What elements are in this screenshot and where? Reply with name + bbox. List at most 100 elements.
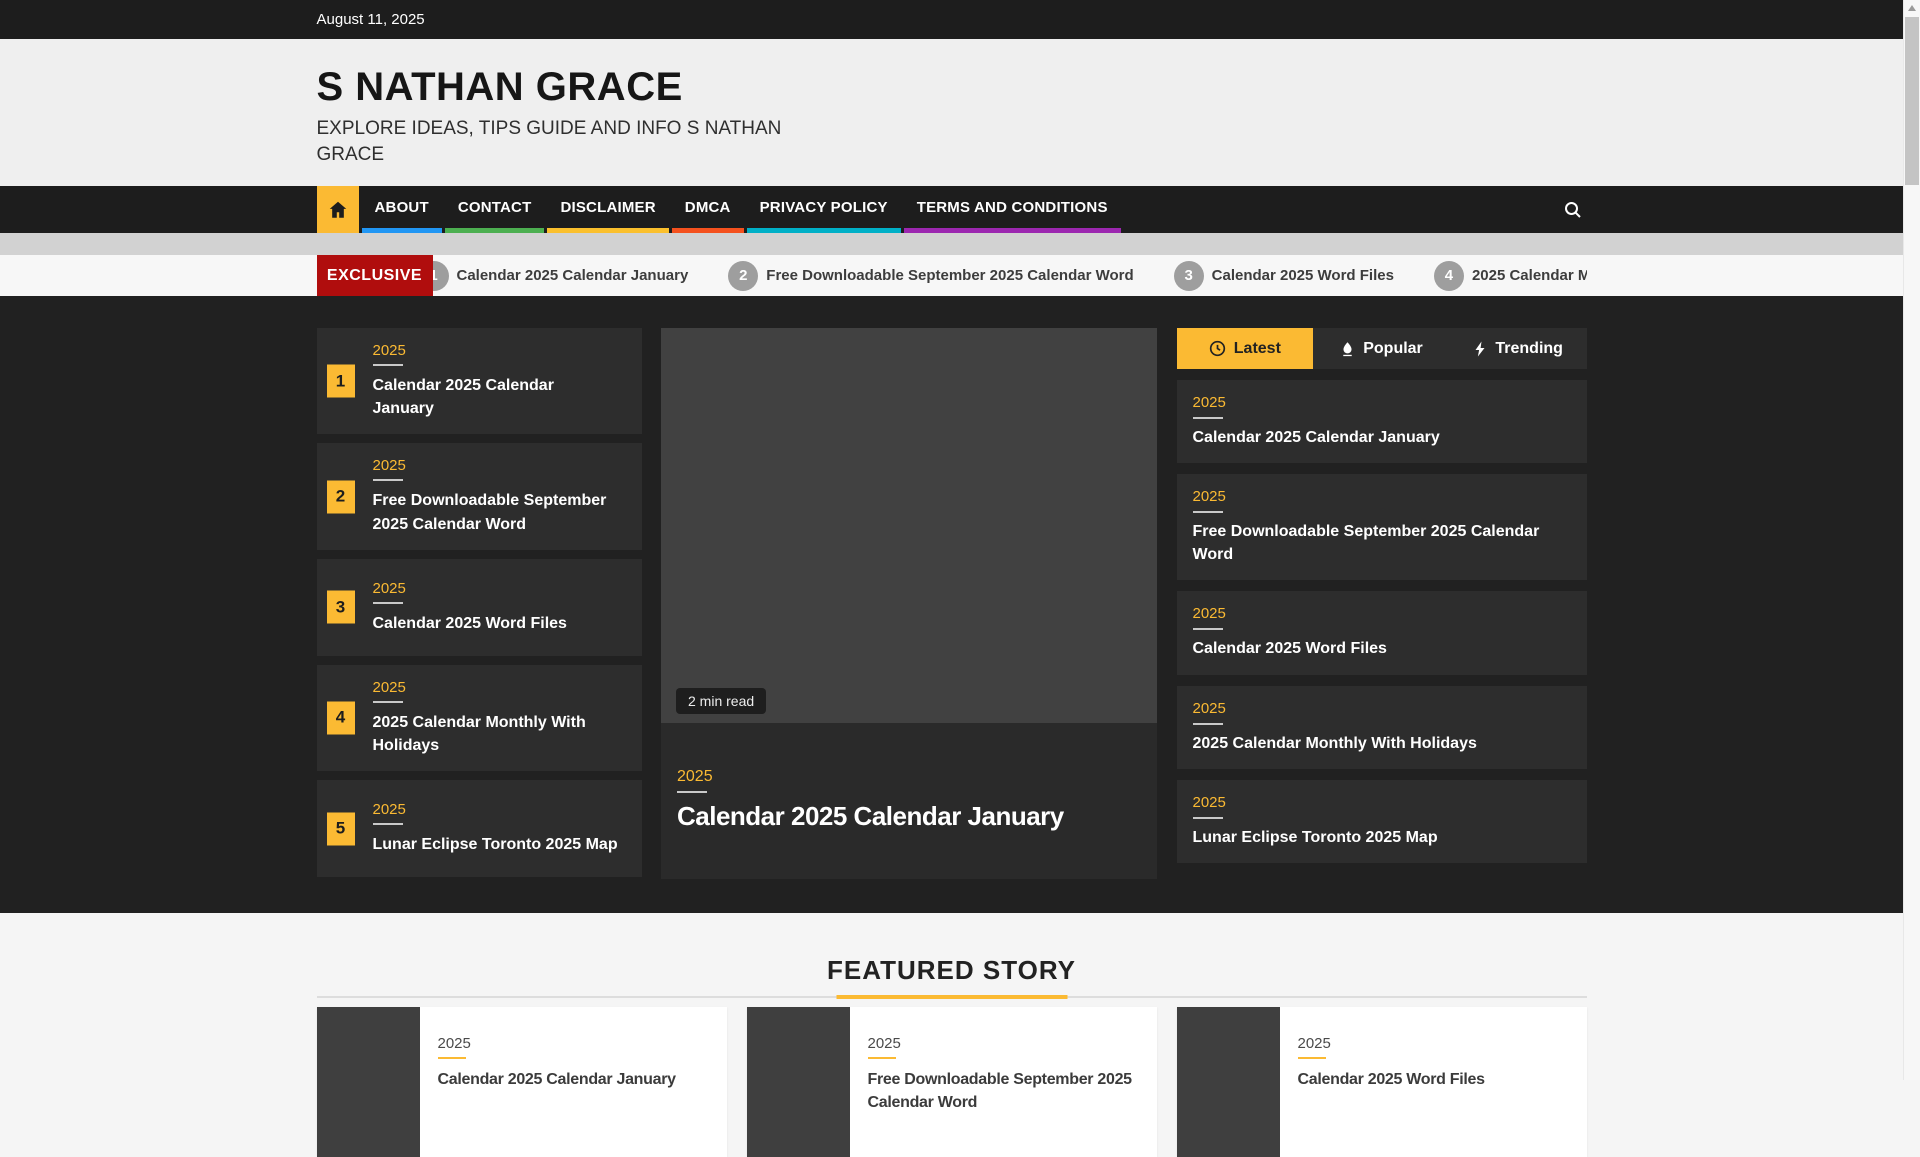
ticker-item-title: 2025 Calendar Monthly With Holidays bbox=[1472, 267, 1587, 284]
featured-story-section: FEATURED STORY 2025 Calendar 2025 Calend… bbox=[0, 913, 1903, 1157]
nav-item-terms-and-conditions[interactable]: TERMS AND CONDITIONS bbox=[904, 186, 1121, 233]
heading-accent-bar bbox=[836, 995, 1067, 999]
post-title-link[interactable]: 2025 Calendar Monthly With Holidays bbox=[373, 711, 606, 757]
story-thumbnail[interactable] bbox=[317, 1007, 420, 1157]
category-underline bbox=[1193, 723, 1223, 725]
site-header: S NATHAN GRACE EXPLORE IDEAS, TIPS GUIDE… bbox=[0, 39, 1903, 186]
clock-icon bbox=[1209, 340, 1226, 357]
ticker-items: 1 Calendar 2025 Calendar January 2 Free … bbox=[419, 255, 1587, 296]
post-title-link[interactable]: Calendar 2025 Calendar January bbox=[438, 1069, 676, 1091]
post-title-link[interactable]: Free Downloadable September 2025 Calenda… bbox=[373, 489, 613, 535]
tab-label: Popular bbox=[1363, 340, 1423, 358]
scrollbar[interactable] bbox=[1903, 0, 1920, 1080]
category-underline bbox=[373, 602, 403, 604]
category-link[interactable]: 2025 bbox=[1193, 794, 1226, 811]
scrollbar-up-arrow[interactable] bbox=[1904, 0, 1920, 16]
post-title-link[interactable]: Calendar 2025 Calendar January bbox=[373, 374, 573, 420]
post-title-link[interactable]: 2025 Calendar Monthly With Holidays bbox=[1193, 733, 1571, 755]
read-time-badge: 2 min read bbox=[676, 688, 766, 714]
sidebar-post: 2025 Free Downloadable September 2025 Ca… bbox=[1177, 474, 1587, 580]
home-icon bbox=[327, 199, 349, 221]
scrollbar-thumb[interactable] bbox=[1905, 17, 1919, 185]
category-underline bbox=[868, 1057, 896, 1059]
category-link[interactable]: 2025 bbox=[438, 1035, 471, 1052]
featured-story-card: 2025 Calendar 2025 Word Files bbox=[1177, 1007, 1587, 1157]
nav-shadow-strip bbox=[0, 233, 1903, 255]
featured-story-heading: FEATURED STORY bbox=[827, 955, 1076, 986]
tab-trending[interactable]: Trending bbox=[1450, 328, 1587, 369]
ranked-post: 3 2025 Calendar 2025 Word Files bbox=[317, 559, 642, 656]
ticker-item[interactable]: 3 Calendar 2025 Word Files bbox=[1174, 261, 1394, 291]
ticker-item-number: 3 bbox=[1174, 261, 1204, 291]
category-link[interactable]: 2025 bbox=[1193, 488, 1226, 505]
site-title[interactable]: S NATHAN GRACE bbox=[317, 65, 1587, 110]
category-link[interactable]: 2025 bbox=[677, 768, 713, 786]
post-title-link[interactable]: Lunar Eclipse Toronto 2025 Map bbox=[373, 833, 634, 856]
post-title-link[interactable]: Calendar 2025 Word Files bbox=[373, 612, 634, 635]
post-title-link[interactable]: Calendar 2025 Calendar January bbox=[1193, 427, 1571, 449]
featured-post-image[interactable]: 2 min read bbox=[661, 328, 1157, 723]
site-tagline: EXPLORE IDEAS, TIPS GUIDE AND INFO S NAT… bbox=[317, 116, 787, 167]
ticker-item[interactable]: 4 2025 Calendar Monthly With Holidays bbox=[1434, 261, 1587, 291]
home-button[interactable] bbox=[317, 186, 359, 233]
category-link[interactable]: 2025 bbox=[373, 801, 634, 818]
main-nav: ABOUT CONTACT DISCLAIMER DMCA PRIVACY PO… bbox=[0, 186, 1903, 233]
rank-number-badge: 4 bbox=[327, 701, 355, 734]
ticker-item-title: Calendar 2025 Calendar January bbox=[457, 267, 689, 284]
top-bar: August 11, 2025 bbox=[0, 0, 1903, 39]
category-link[interactable]: 2025 bbox=[1193, 605, 1226, 622]
sidebar-post: 2025 Lunar Eclipse Toronto 2025 Map bbox=[1177, 780, 1587, 863]
fire-icon bbox=[1340, 341, 1355, 357]
category-link[interactable]: 2025 bbox=[1298, 1035, 1331, 1052]
tab-label: Latest bbox=[1234, 340, 1281, 358]
main-section: 1 2025 Calendar 2025 Calendar January 2 … bbox=[0, 296, 1903, 913]
page: August 11, 2025 S NATHAN GRACE EXPLORE I… bbox=[0, 0, 1903, 1157]
category-link[interactable]: 2025 bbox=[1193, 394, 1226, 411]
ranked-post: 4 2025 2025 Calendar Monthly With Holida… bbox=[317, 665, 642, 771]
post-title-link[interactable]: Free Downloadable September 2025 Calenda… bbox=[1193, 521, 1571, 566]
nav-item-dmca[interactable]: DMCA bbox=[672, 186, 744, 233]
search-icon bbox=[1563, 200, 1583, 220]
ticker-item[interactable]: 2 Free Downloadable September 2025 Calen… bbox=[728, 261, 1133, 291]
post-title-link[interactable]: Lunar Eclipse Toronto 2025 Map bbox=[1193, 827, 1571, 849]
news-ticker: EXCLUSIVE 1 Calendar 2025 Calendar Janua… bbox=[0, 255, 1903, 296]
ranked-posts-column: 1 2025 Calendar 2025 Calendar January 2 … bbox=[317, 328, 642, 886]
category-link[interactable]: 2025 bbox=[373, 342, 634, 359]
category-link[interactable]: 2025 bbox=[373, 580, 634, 597]
featured-story-header: FEATURED STORY bbox=[317, 955, 1587, 998]
category-underline bbox=[1193, 628, 1223, 630]
tab-popular[interactable]: Popular bbox=[1313, 328, 1450, 369]
search-button[interactable] bbox=[1559, 186, 1587, 233]
story-thumbnail[interactable] bbox=[747, 1007, 850, 1157]
rank-number-badge: 1 bbox=[327, 365, 355, 398]
featured-post-title[interactable]: Calendar 2025 Calendar January bbox=[677, 801, 1141, 832]
category-underline bbox=[677, 791, 707, 793]
rank-number-badge: 3 bbox=[327, 591, 355, 624]
nav-item-about[interactable]: ABOUT bbox=[362, 186, 442, 233]
category-underline bbox=[373, 479, 403, 481]
nav-item-disclaimer[interactable]: DISCLAIMER bbox=[547, 186, 668, 233]
category-link[interactable]: 2025 bbox=[373, 457, 634, 474]
featured-story-card: 2025 Calendar 2025 Calendar January bbox=[317, 1007, 727, 1157]
nav-item-privacy-policy[interactable]: PRIVACY POLICY bbox=[747, 186, 901, 233]
rank-number-badge: 2 bbox=[327, 480, 355, 513]
category-link[interactable]: 2025 bbox=[373, 679, 634, 696]
category-link[interactable]: 2025 bbox=[868, 1035, 901, 1052]
featured-story-card: 2025 Free Downloadable September 2025 Ca… bbox=[747, 1007, 1157, 1157]
category-underline bbox=[1193, 817, 1223, 819]
category-link[interactable]: 2025 bbox=[1193, 700, 1226, 717]
post-title-link[interactable]: Calendar 2025 Word Files bbox=[1298, 1069, 1485, 1091]
post-title-link[interactable]: Calendar 2025 Word Files bbox=[1193, 638, 1571, 660]
ticker-item[interactable]: 1 Calendar 2025 Calendar January bbox=[419, 261, 689, 291]
sidebar-tabs: Latest Popular Trending bbox=[1177, 328, 1587, 369]
story-thumbnail[interactable] bbox=[1177, 1007, 1280, 1157]
category-underline bbox=[438, 1057, 466, 1059]
nav-item-contact[interactable]: CONTACT bbox=[445, 186, 545, 233]
story-body: 2025 Calendar 2025 Word Files bbox=[1280, 1007, 1503, 1157]
sidebar-post: 2025 2025 Calendar Monthly With Holidays bbox=[1177, 686, 1587, 769]
post-title-link[interactable]: Free Downloadable September 2025 Calenda… bbox=[868, 1069, 1139, 1114]
featured-post-column: 2 min read 2025 Calendar 2025 Calendar J… bbox=[661, 328, 1157, 886]
story-body: 2025 Free Downloadable September 2025 Ca… bbox=[850, 1007, 1157, 1157]
tab-latest[interactable]: Latest bbox=[1177, 328, 1314, 369]
ranked-post: 1 2025 Calendar 2025 Calendar January bbox=[317, 328, 642, 434]
